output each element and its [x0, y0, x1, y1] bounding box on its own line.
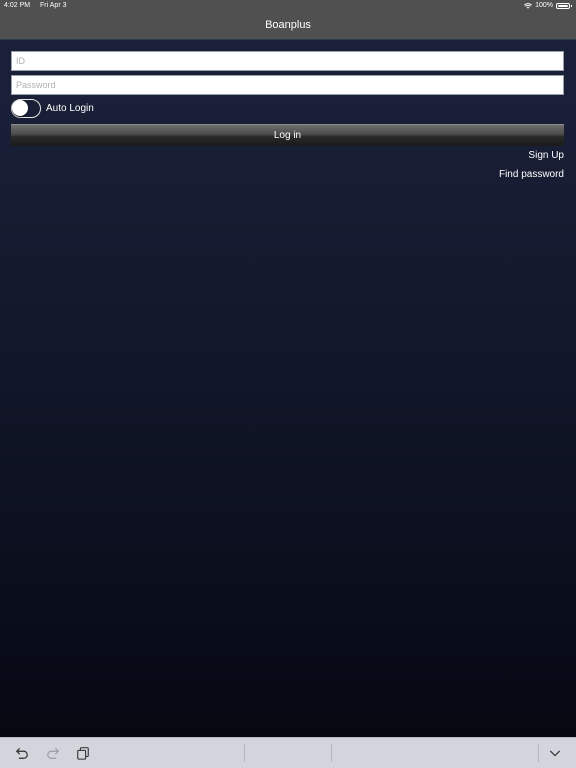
- login-button[interactable]: Log in: [11, 124, 564, 146]
- status-bar: 4:02 PM Fri Apr 3 100%: [0, 0, 576, 12]
- auto-login-toggle[interactable]: [11, 99, 41, 118]
- auto-login-label: Auto Login: [46, 103, 94, 114]
- toolbar-divider: [331, 744, 332, 762]
- status-left: 4:02 PM Fri Apr 3: [4, 2, 74, 9]
- redo-icon: [47, 748, 59, 759]
- toolbar-divider: [538, 744, 539, 762]
- chevron-down-icon: [550, 750, 560, 757]
- toggle-knob: [12, 100, 28, 116]
- paste-button[interactable]: [75, 745, 91, 761]
- status-time: 4:02 PM: [4, 2, 31, 9]
- status-right: 100%: [524, 2, 572, 9]
- page-title: Boanplus: [265, 19, 311, 31]
- keyboard-shortcut-bar: [0, 737, 576, 768]
- toolbar-divider: [244, 744, 245, 762]
- battery-icon: [556, 2, 572, 9]
- wifi-icon: [524, 2, 533, 9]
- find-password-link[interactable]: Find password: [499, 169, 564, 180]
- paste-icon: [77, 747, 89, 760]
- auto-login-row: Auto Login: [11, 99, 94, 118]
- redo-button[interactable]: [45, 745, 61, 761]
- dismiss-keyboard-button[interactable]: [547, 745, 563, 761]
- id-input[interactable]: [11, 51, 564, 71]
- sign-up-link[interactable]: Sign Up: [528, 150, 564, 161]
- undo-button[interactable]: [14, 745, 30, 761]
- password-input[interactable]: [11, 75, 564, 95]
- battery-percentage: 100%: [535, 2, 553, 9]
- status-date: Fri Apr 3: [40, 2, 67, 9]
- navigation-bar: Boanplus: [0, 12, 576, 40]
- undo-icon: [16, 748, 28, 759]
